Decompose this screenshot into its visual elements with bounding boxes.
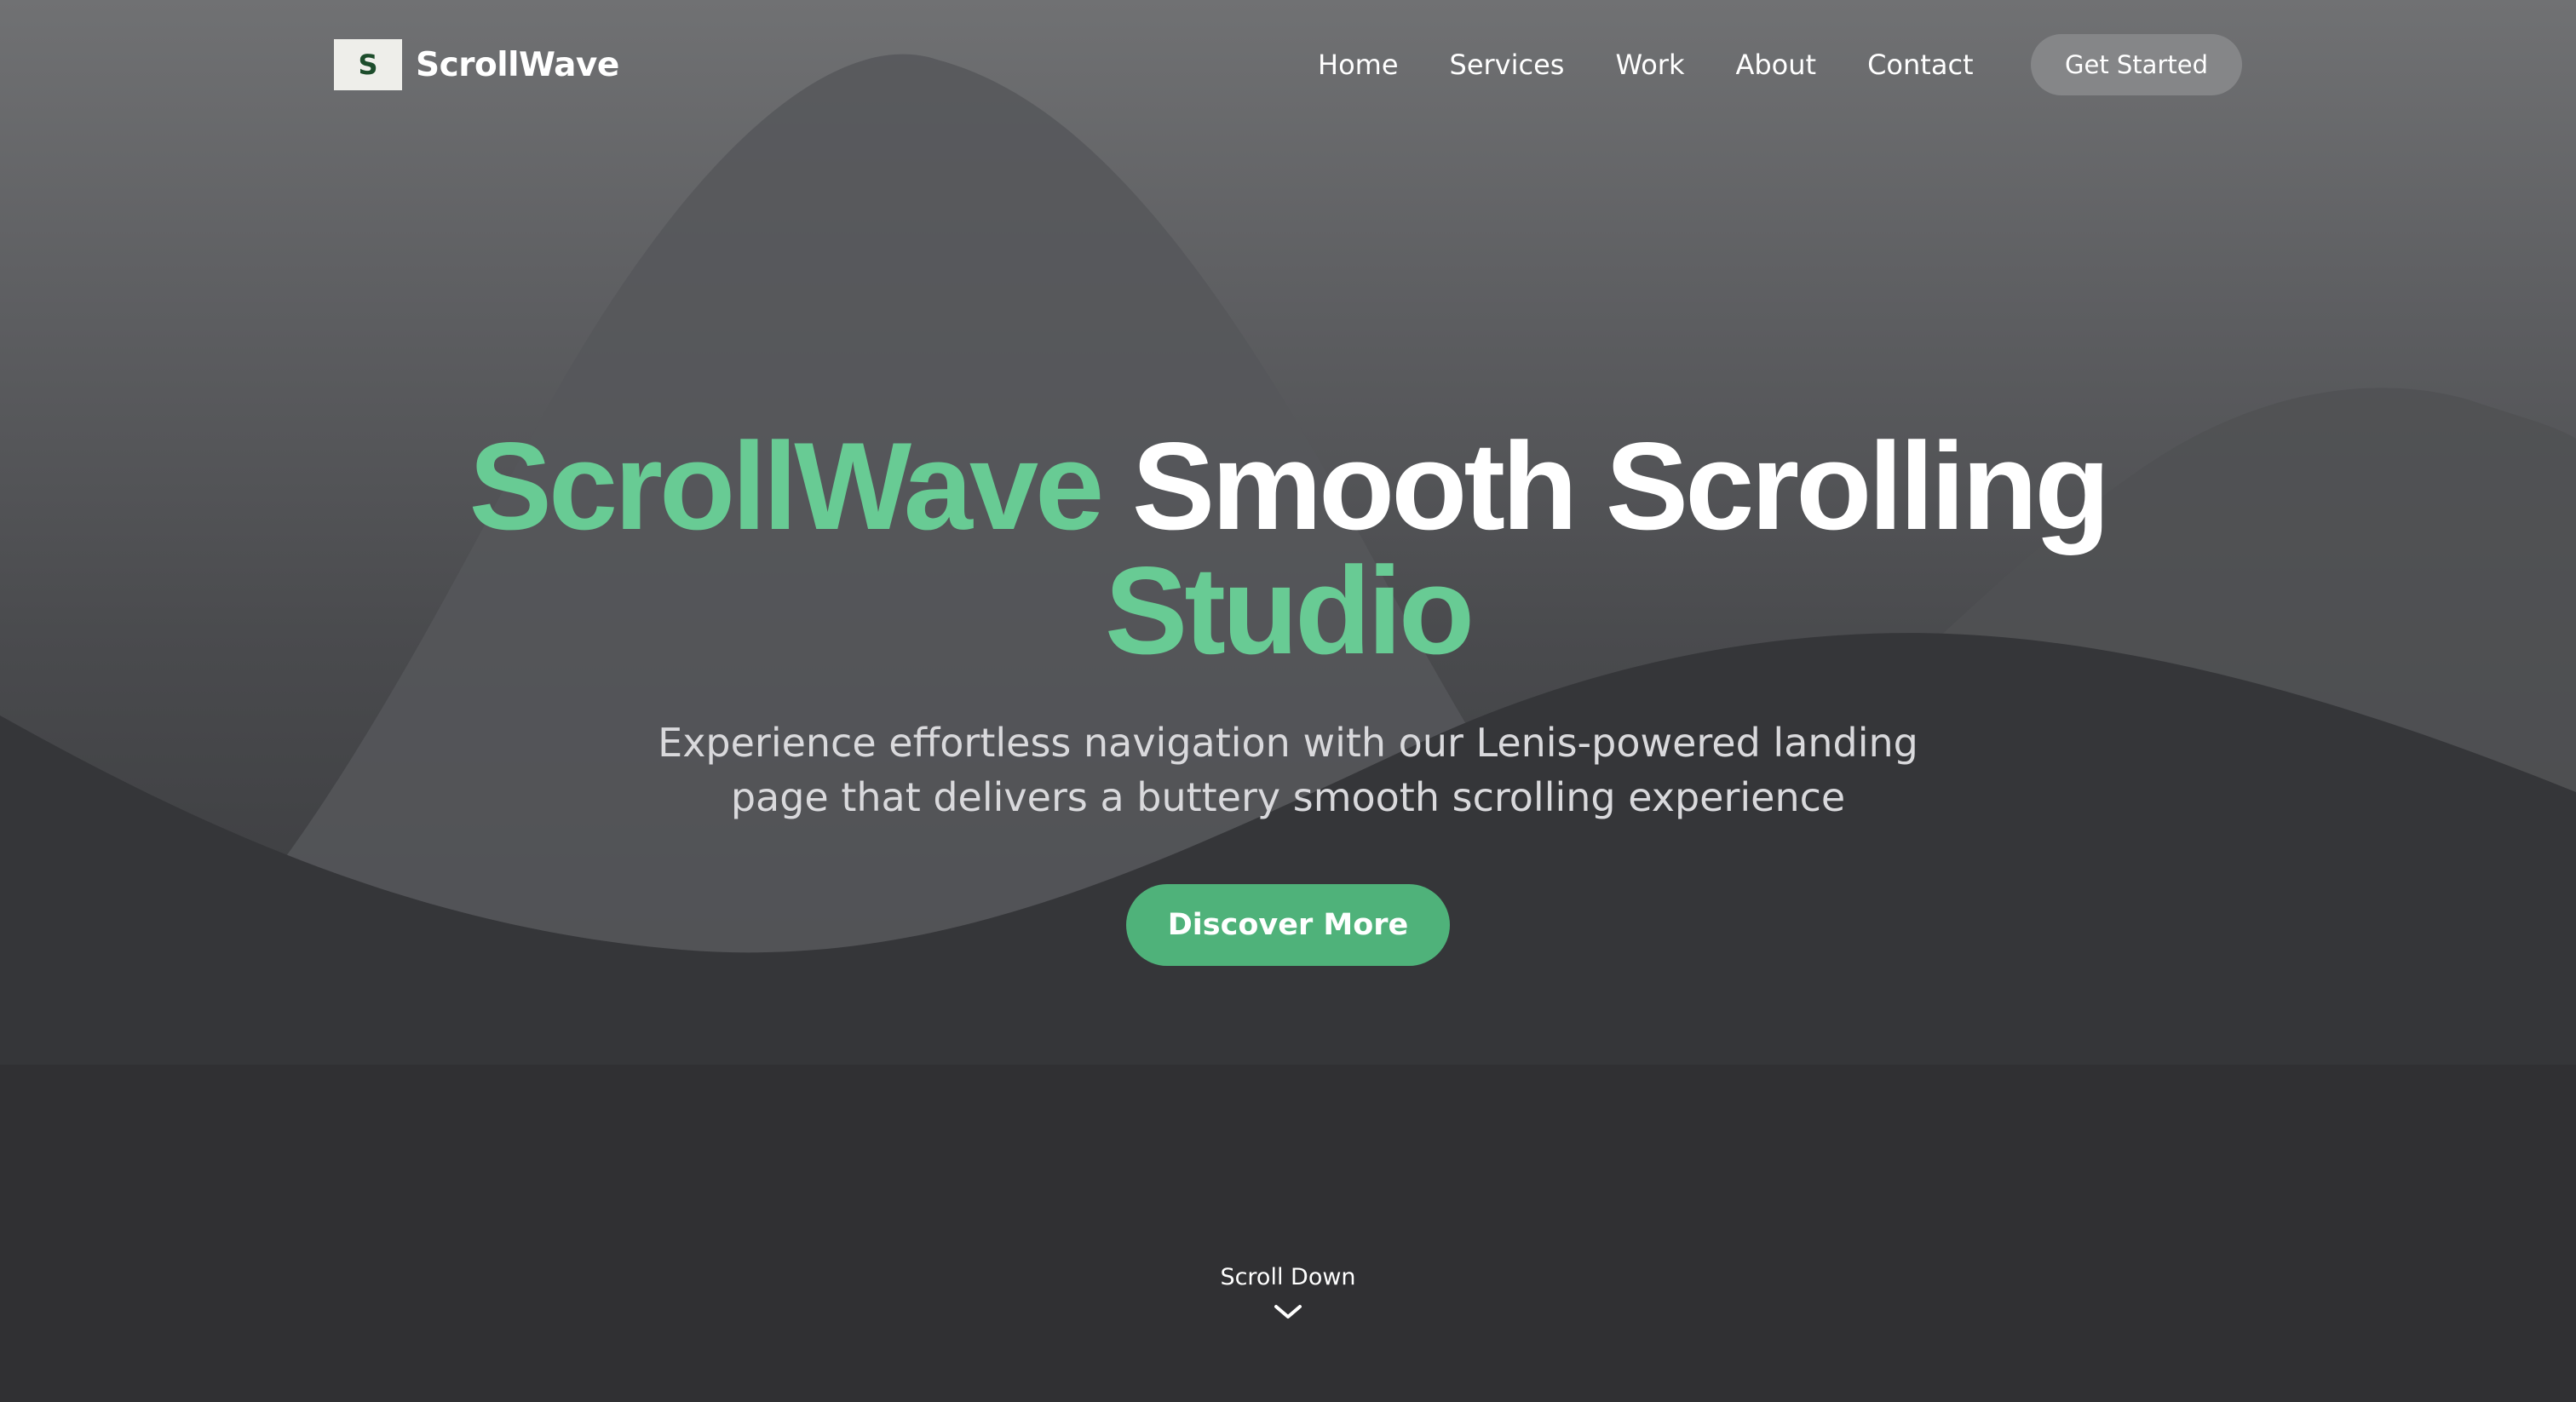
hero-title-main: Smooth Scrolling bbox=[1131, 417, 2111, 555]
nav-link-work[interactable]: Work bbox=[1615, 44, 1684, 85]
discover-more-button[interactable]: Discover More bbox=[1126, 884, 1450, 966]
get-started-button[interactable]: Get Started bbox=[2031, 34, 2242, 95]
nav-link-services[interactable]: Services bbox=[1450, 44, 1565, 85]
scroll-down-indicator[interactable]: Scroll Down bbox=[1160, 1262, 1416, 1322]
scroll-down-label: Scroll Down bbox=[1220, 1264, 1356, 1290]
chevron-down-icon bbox=[1274, 1305, 1302, 1319]
hero-title: ScrollWave Smooth Scrolling Studio bbox=[0, 424, 2576, 673]
logo-icon: S bbox=[334, 39, 402, 90]
brand-name: ScrollWave bbox=[416, 45, 619, 84]
nav-link-about[interactable]: About bbox=[1735, 44, 1816, 85]
hero-title-line2: Studio bbox=[1104, 541, 1475, 680]
nav-link-contact[interactable]: Contact bbox=[1867, 44, 1974, 85]
background-waves bbox=[0, 54, 2576, 1402]
top-navigation: S ScrollWave Home Services Work About Co… bbox=[334, 32, 2242, 97]
nav-links: Home Services Work About Contact bbox=[1318, 44, 2025, 85]
brand-logo-link[interactable]: S ScrollWave bbox=[334, 39, 619, 90]
nav-link-home[interactable]: Home bbox=[1318, 44, 1399, 85]
hero-section: S ScrollWave Home Services Work About Co… bbox=[0, 0, 2576, 1402]
hero-subtitle: Experience effortless navigation with ou… bbox=[658, 720, 1918, 820]
hero-title-accent: ScrollWave bbox=[469, 417, 1105, 555]
